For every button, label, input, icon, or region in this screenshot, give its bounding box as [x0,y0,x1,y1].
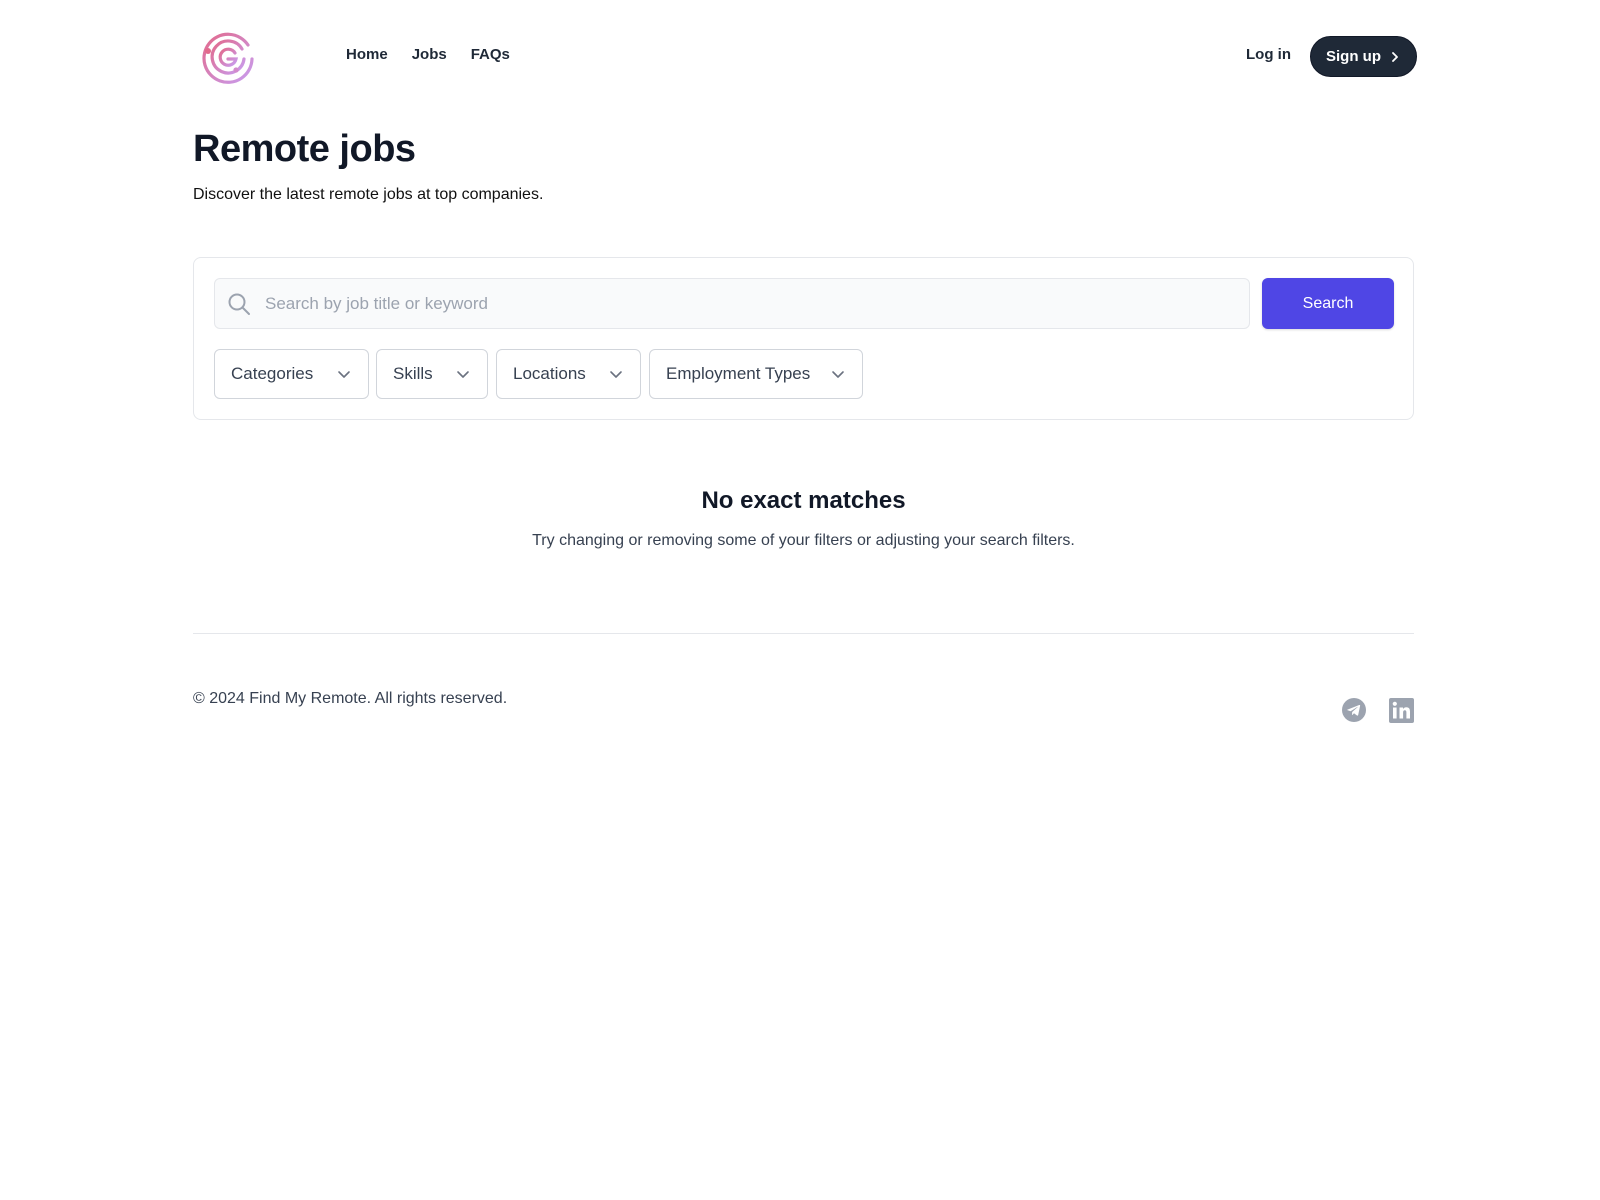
filter-locations[interactable]: Locations [496,349,641,399]
search-input[interactable] [263,279,1243,328]
linkedin-icon[interactable] [1389,698,1414,723]
page-subtitle: Discover the latest remote jobs at top c… [193,186,544,203]
chevron-down-icon [338,371,350,378]
filter-categories[interactable]: Categories [214,349,369,399]
search-panel: Search Categories Skills Locations Emplo… [193,257,1414,420]
main-nav: Home Jobs FAQs [346,46,510,63]
chevron-down-icon [457,371,469,378]
filter-skills[interactable]: Skills [376,349,488,399]
chevron-right-icon [1392,51,1398,62]
search-box[interactable] [214,278,1250,329]
search-icon [228,293,250,315]
footer-divider [193,633,1414,634]
search-button[interactable]: Search [1262,278,1394,329]
empty-state-message: Try changing or removing some of your fi… [532,532,1075,549]
nav-home[interactable]: Home [346,46,388,63]
filter-employment-types[interactable]: Employment Types [649,349,863,399]
filter-label: Categories [231,364,314,383]
nav-jobs[interactable]: Jobs [412,46,447,63]
copyright: © 2024 Find My Remote. All rights reserv… [193,690,508,707]
signup-label: Sign up [1326,48,1381,65]
nav-faqs[interactable]: FAQs [471,46,510,63]
filter-label: Skills [393,364,433,383]
chevron-down-icon [832,371,844,378]
filter-label: Locations [513,364,586,383]
signup-button[interactable]: Sign up [1310,36,1417,77]
login-link[interactable]: Log in [1246,46,1291,63]
telegram-icon[interactable] [1342,698,1366,722]
logo-icon[interactable] [202,29,258,85]
filter-label: Employment Types [666,364,811,383]
empty-state-title: No exact matches [701,487,906,514]
page-title: Remote jobs [193,128,416,170]
site-header: Home Jobs FAQs Log in Sign up [0,0,1600,112]
chevron-down-icon [610,371,622,378]
